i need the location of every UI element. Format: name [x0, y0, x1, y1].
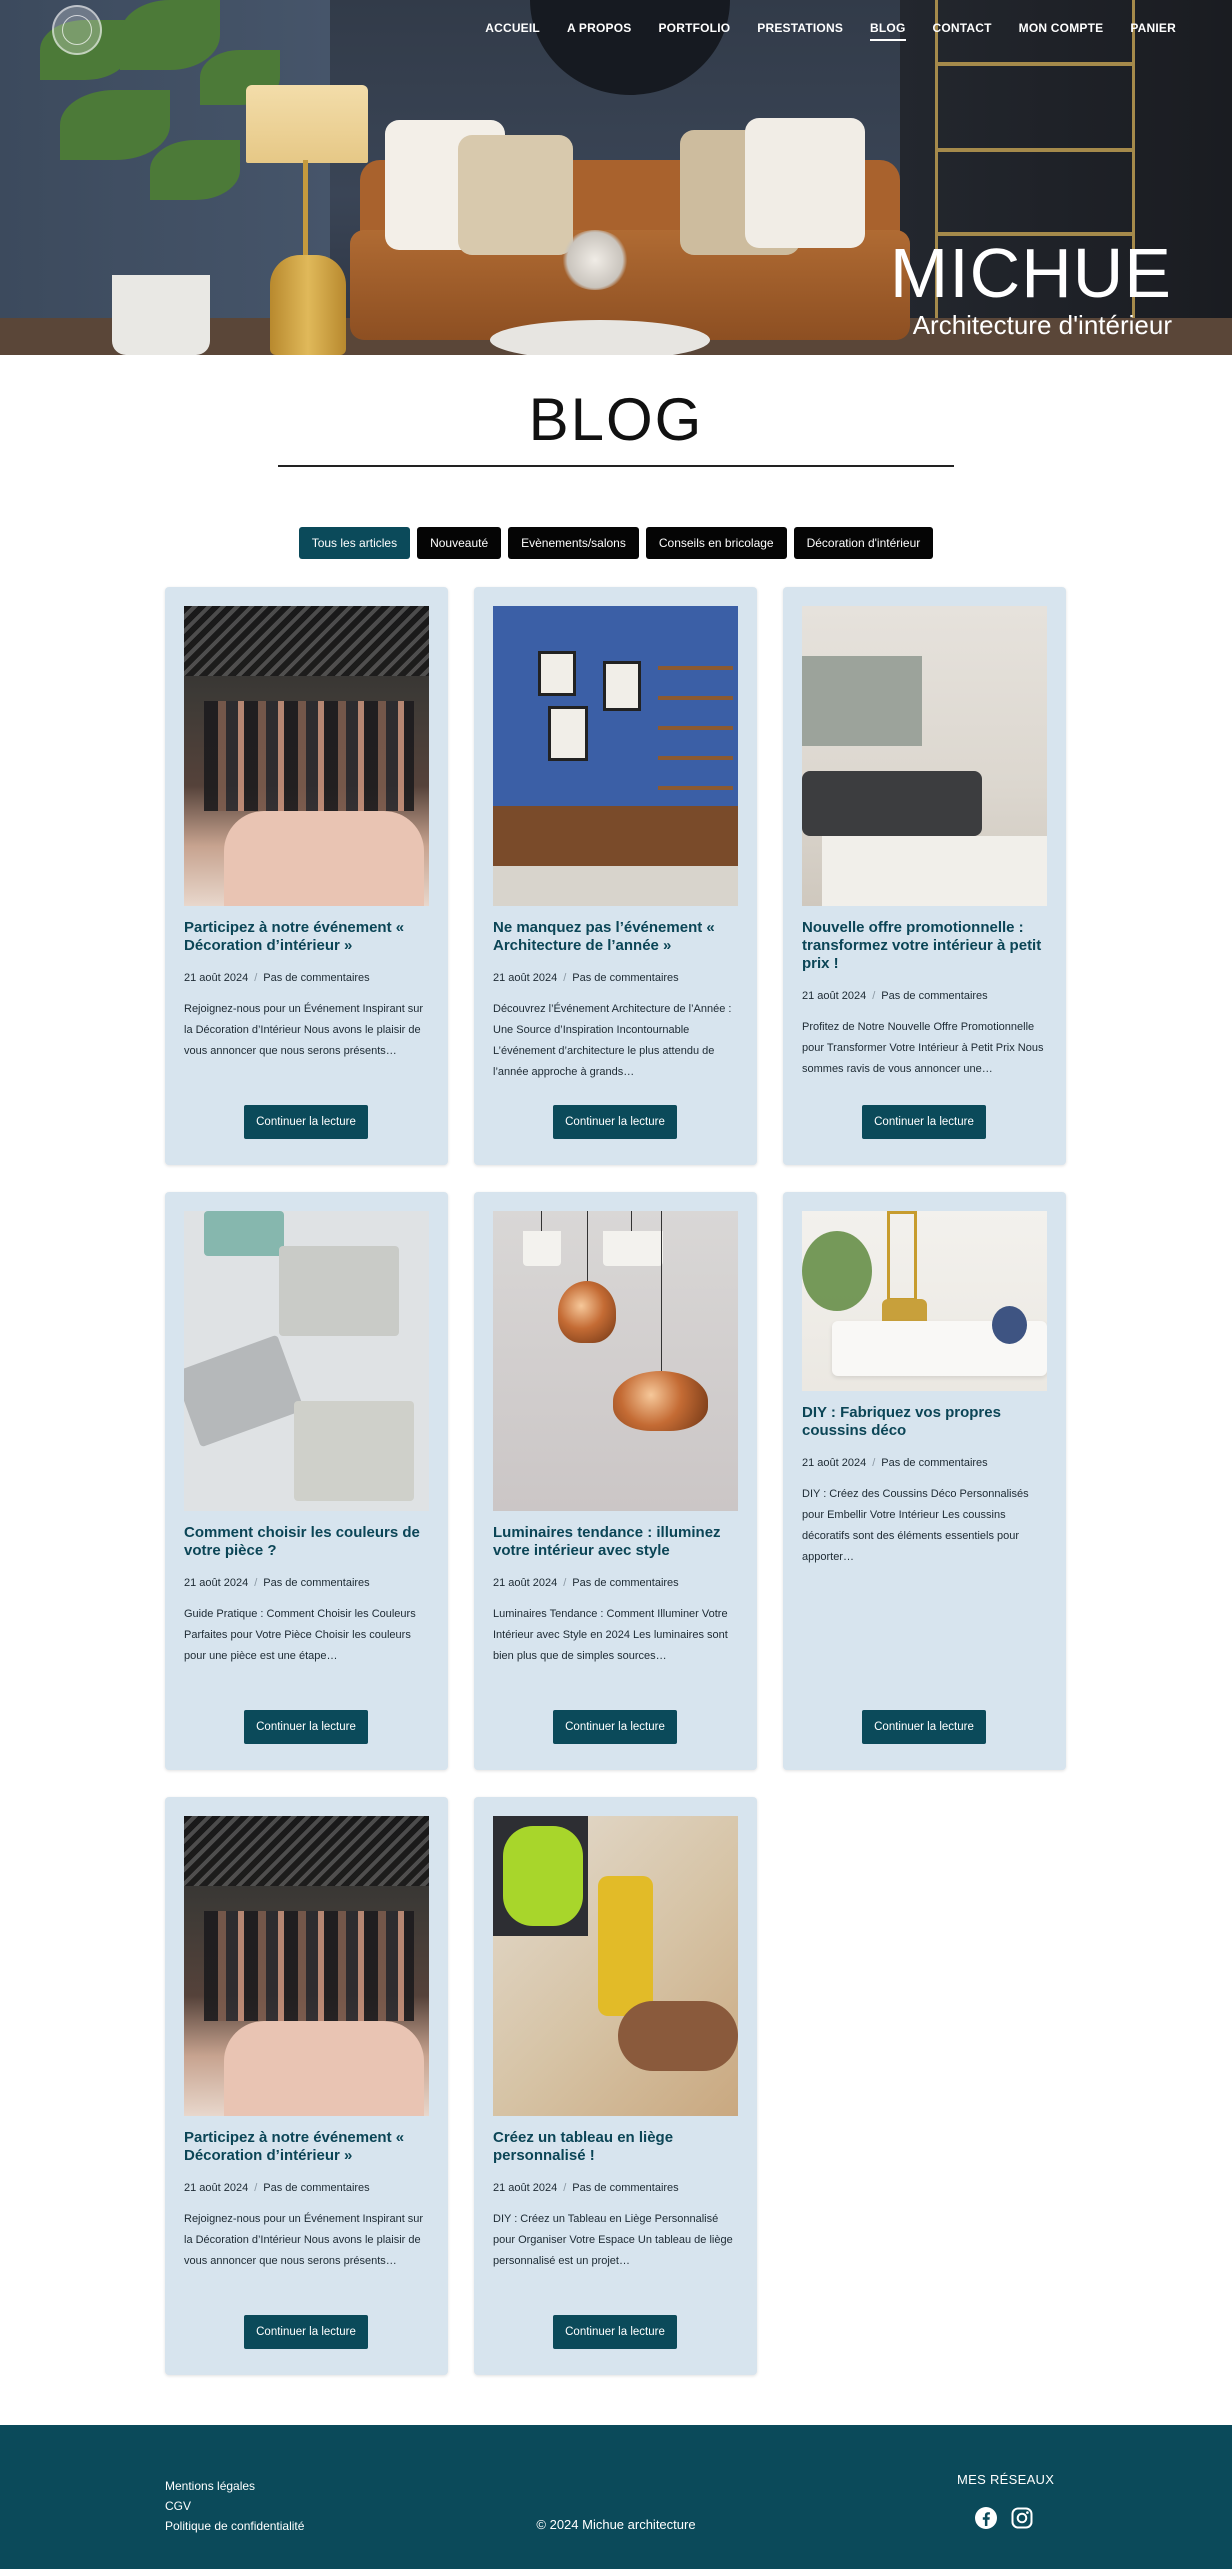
- nav-prestations[interactable]: PRESTATIONS: [757, 21, 843, 41]
- nav-panier[interactable]: PANIER: [1130, 21, 1176, 41]
- social-icons: [974, 2506, 1034, 2530]
- brand-name: MICHUE: [889, 234, 1172, 312]
- blog-card: Ne manquez pas l’événement « Architectur…: [474, 587, 757, 1165]
- post-comments[interactable]: Pas de commentaires: [572, 1577, 678, 1589]
- post-meta: 21 août 2024/Pas de commentaires: [493, 1577, 679, 1589]
- post-comments[interactable]: Pas de commentaires: [881, 990, 987, 1002]
- post-title[interactable]: Participez à notre événement « Décoratio…: [184, 919, 429, 955]
- read-more-button[interactable]: Continuer la lecture: [244, 2315, 368, 2349]
- post-thumbnail[interactable]: [493, 606, 738, 906]
- post-meta: 21 août 2024/Pas de commentaires: [802, 1457, 988, 1469]
- blog-card: Comment choisir les couleurs de votre pi…: [165, 1192, 448, 1770]
- post-date: 21 août 2024: [493, 1577, 558, 1589]
- post-thumbnail[interactable]: [802, 1211, 1047, 1391]
- nav-a-propos[interactable]: A PROPOS: [567, 21, 632, 41]
- post-date: 21 août 2024: [493, 2182, 558, 2194]
- post-title[interactable]: Luminaires tendance : illuminez votre in…: [493, 1524, 738, 1560]
- facebook-icon[interactable]: [974, 2506, 998, 2530]
- post-meta: 21 août 2024/Pas de commentaires: [184, 2182, 370, 2194]
- post-meta: 21 août 2024/Pas de commentaires: [802, 990, 988, 1002]
- post-excerpt: Rejoignez-nous pour un Événement Inspira…: [184, 1003, 424, 1057]
- filter-nouveaute[interactable]: Nouveauté: [417, 527, 502, 559]
- post-comments[interactable]: Pas de commentaires: [881, 1457, 987, 1469]
- title-divider: [278, 465, 954, 467]
- post-comments[interactable]: Pas de commentaires: [572, 2182, 678, 2194]
- post-title[interactable]: Nouvelle offre promotionnelle : transfor…: [802, 919, 1047, 973]
- filter-evenements-salons[interactable]: Evènements/salons: [508, 527, 639, 559]
- blog-card: Participez à notre événement « Décoratio…: [165, 1797, 448, 2375]
- post-date: 21 août 2024: [184, 2182, 249, 2194]
- post-date: 21 août 2024: [184, 1577, 249, 1589]
- brand-tagline: Architecture d'intérieur: [912, 310, 1172, 340]
- filter-all-articles[interactable]: Tous les articles: [298, 527, 411, 559]
- post-excerpt: Découvrez l’Événement Architecture de l’…: [493, 1003, 732, 1078]
- post-thumbnail[interactable]: [184, 1211, 429, 1511]
- nav-portfolio[interactable]: PORTFOLIO: [658, 21, 730, 41]
- social-title: MES RÉSEAUX: [957, 2472, 1055, 2487]
- nav-mon-compte[interactable]: MON COMPTE: [1019, 21, 1104, 41]
- post-thumbnail[interactable]: [184, 1816, 429, 2116]
- post-date: 21 août 2024: [802, 990, 867, 1002]
- read-more-button[interactable]: Continuer la lecture: [553, 1710, 677, 1744]
- nav-contact[interactable]: CONTACT: [933, 21, 992, 41]
- post-title[interactable]: Comment choisir les couleurs de votre pi…: [184, 1524, 429, 1560]
- copyright: © 2024 Michue architecture: [536, 2517, 696, 2532]
- blog-card: Nouvelle offre promotionnelle : transfor…: [783, 587, 1066, 1165]
- post-title[interactable]: Participez à notre événement « Décoratio…: [184, 2129, 429, 2165]
- post-comments[interactable]: Pas de commentaires: [263, 1577, 369, 1589]
- post-thumbnail[interactable]: [493, 1816, 738, 2116]
- page-title: BLOG: [528, 386, 704, 453]
- read-more-button[interactable]: Continuer la lecture: [862, 1105, 986, 1139]
- post-title[interactable]: Ne manquez pas l’événement « Architectur…: [493, 919, 738, 955]
- filter-conseils-bricolage[interactable]: Conseils en bricolage: [645, 527, 787, 559]
- main-navigation: ACCUEIL A PROPOS PORTFOLIO PRESTATIONS B…: [458, 21, 1176, 41]
- blog-card: DIY : Fabriquez vos propres coussins déc…: [783, 1192, 1066, 1770]
- post-thumbnail[interactable]: [802, 606, 1047, 906]
- nav-blog[interactable]: BLOG: [870, 21, 906, 41]
- read-more-button[interactable]: Continuer la lecture: [244, 1105, 368, 1139]
- post-excerpt: Rejoignez-nous pour un Événement Inspira…: [184, 2213, 424, 2267]
- blog-card: Créez un tableau en liège personnalisé !…: [474, 1797, 757, 2375]
- post-thumbnail[interactable]: [184, 606, 429, 906]
- hero-banner: ACCUEIL A PROPOS PORTFOLIO PRESTATIONS B…: [0, 0, 1232, 355]
- post-thumbnail[interactable]: [493, 1211, 738, 1511]
- post-date: 21 août 2024: [802, 1457, 867, 1469]
- nav-accueil[interactable]: ACCUEIL: [485, 21, 540, 41]
- filter-decoration-interieur[interactable]: Décoration d'intérieur: [793, 527, 934, 559]
- post-excerpt: Guide Pratique : Comment Choisir les Cou…: [184, 1608, 416, 1662]
- post-comments[interactable]: Pas de commentaires: [263, 972, 369, 984]
- read-more-button[interactable]: Continuer la lecture: [553, 1105, 677, 1139]
- post-comments[interactable]: Pas de commentaires: [572, 972, 678, 984]
- instagram-icon[interactable]: [1010, 2506, 1034, 2530]
- footer-link-mentions-legales[interactable]: Mentions légales: [165, 2476, 304, 2496]
- post-meta: 21 août 2024/Pas de commentaires: [184, 972, 370, 984]
- post-meta: 21 août 2024/Pas de commentaires: [184, 1577, 370, 1589]
- post-title[interactable]: Créez un tableau en liège personnalisé !: [493, 2129, 738, 2165]
- post-excerpt: DIY : Créez des Coussins Déco Personnali…: [802, 1488, 1029, 1563]
- read-more-button[interactable]: Continuer la lecture: [553, 2315, 677, 2349]
- category-filters: Tous les articles Nouveauté Evènements/s…: [0, 527, 1232, 559]
- blog-card: Luminaires tendance : illuminez votre in…: [474, 1192, 757, 1770]
- post-comments[interactable]: Pas de commentaires: [263, 2182, 369, 2194]
- post-meta: 21 août 2024/Pas de commentaires: [493, 2182, 679, 2194]
- post-date: 21 août 2024: [493, 972, 558, 984]
- post-title[interactable]: DIY : Fabriquez vos propres coussins déc…: [802, 1404, 1047, 1440]
- post-date: 21 août 2024: [184, 972, 249, 984]
- post-excerpt: Luminaires Tendance : Comment Illuminer …: [493, 1608, 728, 1662]
- post-excerpt: DIY : Créez un Tableau en Liège Personna…: [493, 2213, 733, 2267]
- post-meta: 21 août 2024/Pas de commentaires: [493, 972, 679, 984]
- read-more-button[interactable]: Continuer la lecture: [244, 1710, 368, 1744]
- post-excerpt: Profitez de Notre Nouvelle Offre Promoti…: [802, 1021, 1044, 1075]
- site-logo[interactable]: [52, 5, 102, 55]
- footer-link-cgv[interactable]: CGV: [165, 2496, 304, 2516]
- read-more-button[interactable]: Continuer la lecture: [862, 1710, 986, 1744]
- site-footer: Mentions légales CGV Politique de confid…: [0, 2425, 1232, 2569]
- blog-card: Participez à notre événement « Décoratio…: [165, 587, 448, 1165]
- brand-block: MICHUE Architecture d'intérieur: [890, 238, 1172, 340]
